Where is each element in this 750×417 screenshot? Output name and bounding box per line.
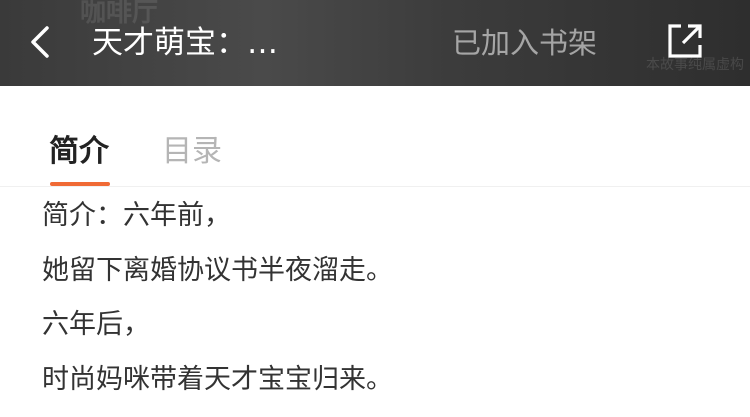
tab-intro[interactable]: 简介 [49,132,109,172]
tab-table-of-contents[interactable]: 目录 [162,132,222,172]
add-to-shelf-button[interactable]: 已加入书架 [452,22,597,64]
synopsis-line: 时尚妈咪带着天才宝宝归来。 [42,363,393,395]
chevron-left-icon [31,26,49,58]
synopsis-line: 她留下离婚协议书半夜溜走。 [42,254,393,286]
book-title: 天才萌宝：… [92,25,278,61]
synopsis-line: 简介：六年前， [42,200,231,231]
back-button[interactable] [22,22,62,62]
tab-bar: 简介 目录 [0,86,750,187]
active-tab-indicator [50,182,110,186]
synopsis-line: 六年后， [42,309,150,340]
share-external-icon [668,24,702,58]
share-button[interactable] [664,20,706,62]
synopsis-text: 简介：六年前， 她留下离婚协议书半夜溜走。 六年后， 时尚妈咪带着天才宝宝归来。 [42,196,722,414]
top-bar: 咖啡厅 本故事纯属虚构 天才萌宝：… 已加入书架 [0,0,750,86]
